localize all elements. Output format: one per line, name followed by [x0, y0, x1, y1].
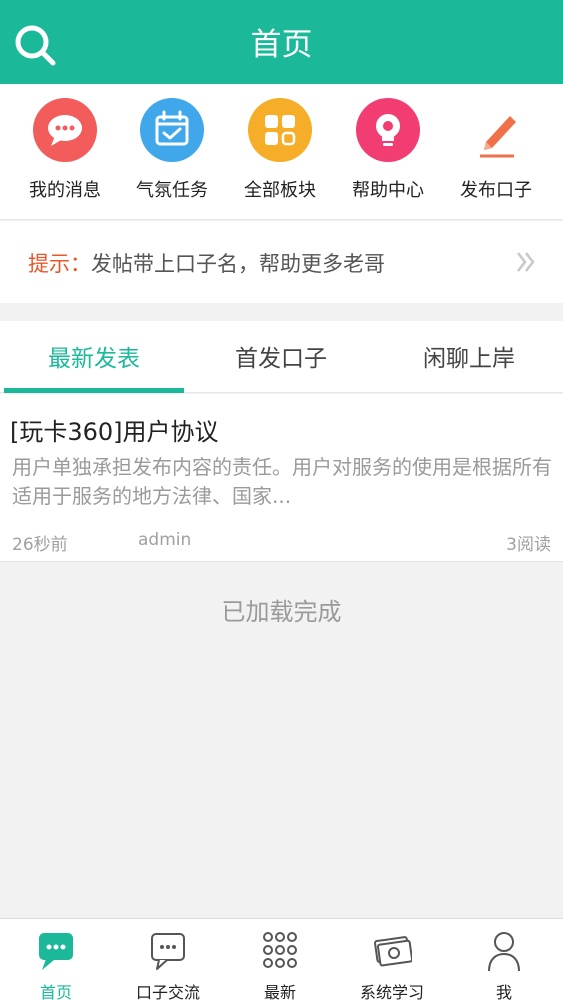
dots-grid-icon	[263, 932, 297, 968]
quick-item-label: 我的消息	[29, 180, 101, 201]
quick-item-label: 气氛任务	[136, 180, 208, 201]
nav-label: 首页	[39, 983, 72, 1000]
quick-item-tasks[interactable]: 气氛任务	[117, 98, 227, 202]
nav-loan-exchange[interactable]: 口子交流	[112, 919, 224, 1000]
home-chat-icon	[39, 933, 73, 970]
nav-latest[interactable]: 最新	[224, 919, 336, 1000]
tip-prefix: 提示：	[28, 252, 91, 276]
quick-item-label: 全部板块	[244, 180, 316, 201]
nav-learning[interactable]: 系统学习	[336, 919, 448, 1000]
nav-label: 我	[495, 983, 512, 1000]
tab-latest[interactable]: 最新发表	[4, 321, 184, 393]
quick-item-label: 发布口子	[460, 180, 532, 201]
lightbulb-icon	[356, 98, 420, 162]
tip-message: 发帖带上口子名，帮助更多老哥	[91, 252, 385, 276]
chat-bubble-icon	[33, 98, 97, 162]
quick-menu: 我的消息 气氛任务 全部板块 帮助中心 发布口子	[0, 84, 563, 220]
post-author[interactable]: admin	[138, 530, 191, 550]
active-tab-indicator	[4, 388, 184, 393]
quick-item-messages[interactable]: 我的消息	[10, 98, 120, 202]
load-status: 已加载完成	[221, 598, 342, 626]
list-item[interactable]: [玩卡360]用户协议 用户单独承担发布内容的责任。用户对服务的使用是根据所有适…	[0, 394, 563, 562]
tab-chat[interactable]: 闲聊上岸	[379, 321, 559, 393]
nav-home[interactable]: 首页	[0, 919, 112, 1000]
tip-text: 提示：发帖带上口子名，帮助更多老哥	[28, 221, 385, 307]
tip-bar[interactable]: 提示：发帖带上口子名，帮助更多老哥	[0, 221, 563, 303]
bottom-nav: 首页 口子交流 最新 系统学习 我	[0, 918, 563, 1000]
chat-outline-icon	[151, 933, 185, 970]
person-icon	[488, 932, 520, 972]
page-title: 首页	[250, 27, 313, 63]
top-header: 首页	[0, 0, 563, 84]
grid-icon	[248, 98, 312, 162]
double-chevron-right-icon[interactable]	[515, 249, 537, 275]
tab-first-release[interactable]: 首发口子	[191, 321, 371, 393]
quick-item-publish[interactable]: 发布口子	[441, 98, 551, 202]
post-read-count: 3阅读	[506, 535, 551, 555]
nav-label: 系统学习	[359, 983, 424, 1000]
calendar-check-icon	[140, 98, 204, 162]
quick-item-label: 帮助中心	[352, 180, 424, 201]
post-tabs: 最新发表 首发口子 闲聊上岸	[0, 321, 563, 393]
post-summary: 用户单独承担发布内容的责任。用户对服务的使用是根据所有适用于服务的地方法律、国家…	[12, 455, 552, 508]
post-time: 26秒前	[12, 535, 68, 555]
nav-label: 最新	[263, 983, 296, 1000]
nav-label: 口子交流	[135, 983, 200, 1000]
pencil-icon	[464, 98, 528, 162]
post-title: [玩卡360]用户协议	[10, 418, 219, 446]
quick-item-help[interactable]: 帮助中心	[333, 98, 443, 202]
nav-me[interactable]: 我	[448, 919, 560, 1000]
quick-item-boards[interactable]: 全部板块	[225, 98, 335, 202]
money-icon	[374, 936, 412, 967]
